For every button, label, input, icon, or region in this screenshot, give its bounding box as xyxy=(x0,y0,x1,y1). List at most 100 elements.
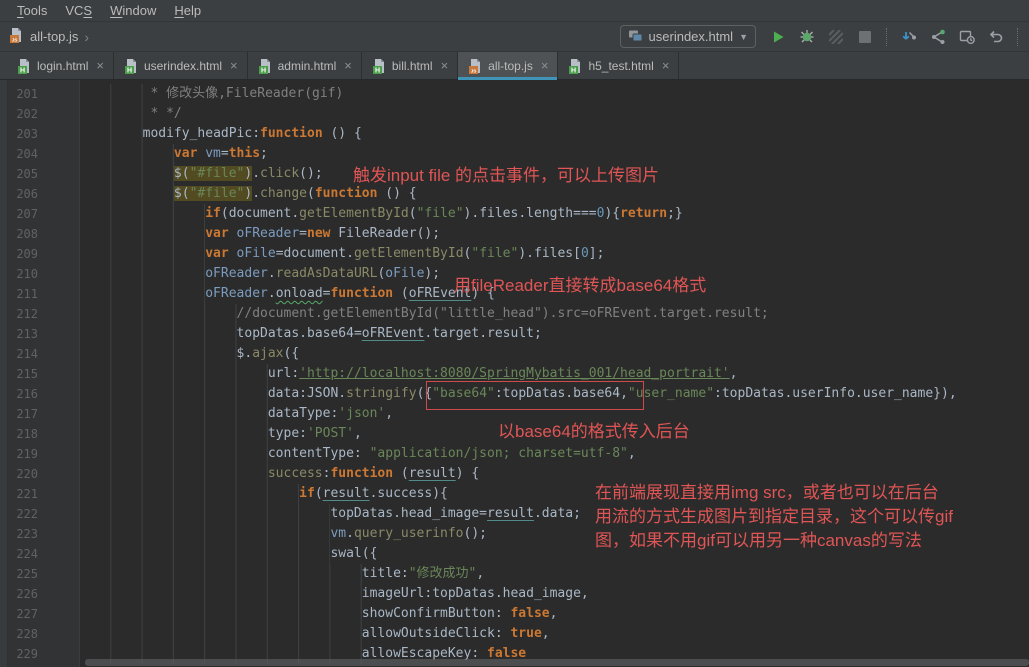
line-number[interactable]: 209 xyxy=(0,244,38,264)
tab-close-icon[interactable]: × xyxy=(441,59,449,72)
code-line[interactable]: 216 data:JSON.stringify({"base64":topDat… xyxy=(0,384,1029,404)
tab-h5_test.html[interactable]: H h5_test.html× xyxy=(558,52,679,79)
line-number[interactable]: 217 xyxy=(0,404,38,424)
line-number[interactable]: 218 xyxy=(0,424,38,444)
gutter-fold-area[interactable] xyxy=(38,324,80,344)
menu-window[interactable]: Window xyxy=(101,3,165,18)
code-line[interactable]: 218 type:'POST', xyxy=(0,424,1029,444)
undo-button[interactable] xyxy=(986,27,1006,47)
code-line[interactable]: 226 imageUrl:topDatas.head_image, xyxy=(0,584,1029,604)
code-line[interactable]: 219 contentType: "application/json; char… xyxy=(0,444,1029,464)
gutter-fold-area[interactable] xyxy=(38,344,80,364)
gutter-fold-area[interactable] xyxy=(38,624,80,644)
code-line[interactable]: 203 modify_headPic:function () { xyxy=(0,124,1029,144)
commit-button[interactable] xyxy=(928,27,948,47)
line-number[interactable]: 202 xyxy=(0,104,38,124)
code-line[interactable]: 224 swal({ xyxy=(0,544,1029,564)
gutter-fold-area[interactable] xyxy=(38,124,80,144)
tab-bill.html[interactable]: H bill.html× xyxy=(362,52,458,79)
line-number[interactable]: 206 xyxy=(0,184,38,204)
stop-button[interactable] xyxy=(855,27,875,47)
code-line[interactable]: 211 oFReader.onload=function (oFREvent) … xyxy=(0,284,1029,304)
line-number[interactable]: 210 xyxy=(0,264,38,284)
tab-admin.html[interactable]: H admin.html× xyxy=(248,52,362,79)
update-project-button[interactable] xyxy=(899,27,919,47)
code-line[interactable]: 220 success:function (result) { xyxy=(0,464,1029,484)
gutter-fold-area[interactable] xyxy=(38,244,80,264)
line-number[interactable]: 208 xyxy=(0,224,38,244)
tab-close-icon[interactable]: × xyxy=(230,59,238,72)
line-number[interactable]: 213 xyxy=(0,324,38,344)
gutter-fold-area[interactable] xyxy=(38,104,80,124)
gutter-fold-area[interactable] xyxy=(38,444,80,464)
gutter-fold-area[interactable] xyxy=(38,164,80,184)
gutter-fold-area[interactable] xyxy=(38,484,80,504)
line-number[interactable]: 228 xyxy=(0,624,38,644)
code-line[interactable]: 206 $("#file").change(function () { xyxy=(0,184,1029,204)
code-line[interactable]: 223 vm.query_userinfo(); xyxy=(0,524,1029,544)
gutter-fold-area[interactable] xyxy=(38,524,80,544)
code-line[interactable]: 217 dataType:'json', xyxy=(0,404,1029,424)
line-number[interactable]: 223 xyxy=(0,524,38,544)
gutter-fold-area[interactable] xyxy=(38,564,80,584)
code-line[interactable]: 227 showConfirmButton: false, xyxy=(0,604,1029,624)
run-with-coverage-button[interactable] xyxy=(826,27,846,47)
code-line[interactable]: 204 var vm=this; xyxy=(0,144,1029,164)
line-number[interactable]: 220 xyxy=(0,464,38,484)
line-number[interactable]: 205 xyxy=(0,164,38,184)
gutter-fold-area[interactable] xyxy=(38,284,80,304)
run-config-selector[interactable]: userindex.html ▼ xyxy=(620,25,756,48)
gutter-fold-area[interactable] xyxy=(38,644,80,664)
debug-button[interactable] xyxy=(797,27,817,47)
gutter-fold-area[interactable] xyxy=(38,204,80,224)
code-line[interactable]: 202 * */ xyxy=(0,104,1029,124)
code-line[interactable]: 205 $("#file").click(); xyxy=(0,164,1029,184)
code-line[interactable]: 201 * 修改头像,FileReader(gif) xyxy=(0,84,1029,104)
tab-userindex.html[interactable]: H userindex.html× xyxy=(114,52,248,79)
tab-close-icon[interactable]: × xyxy=(662,59,670,72)
gutter-fold-area[interactable] xyxy=(38,544,80,564)
line-number[interactable]: 219 xyxy=(0,444,38,464)
gutter-fold-area[interactable] xyxy=(38,584,80,604)
run-button[interactable] xyxy=(768,27,788,47)
line-number[interactable]: 216 xyxy=(0,384,38,404)
gutter-fold-area[interactable] xyxy=(38,84,80,104)
code-line[interactable]: 225 title:"修改成功", xyxy=(0,564,1029,584)
code-line[interactable]: 213 topDatas.base64=oFREvent.target.resu… xyxy=(0,324,1029,344)
gutter-fold-area[interactable] xyxy=(38,504,80,524)
gutter-fold-area[interactable] xyxy=(38,144,80,164)
gutter-fold-area[interactable] xyxy=(38,364,80,384)
code-editor[interactable]: 201 * 修改头像,FileReader(gif)202 * */203 mo… xyxy=(0,80,1029,667)
tab-close-icon[interactable]: × xyxy=(96,59,104,72)
recent-changes-button[interactable] xyxy=(957,27,977,47)
tab-close-icon[interactable]: × xyxy=(344,59,352,72)
line-number[interactable]: 211 xyxy=(0,284,38,304)
code-line[interactable]: 221 if(result.success){ xyxy=(0,484,1029,504)
code-line[interactable]: 214 $.ajax({ xyxy=(0,344,1029,364)
code-line[interactable]: 209 var oFile=document.getElementById("f… xyxy=(0,244,1029,264)
code-line[interactable]: 210 oFReader.readAsDataURL(oFile); xyxy=(0,264,1029,284)
line-number[interactable]: 229 xyxy=(0,644,38,664)
gutter-fold-area[interactable] xyxy=(38,404,80,424)
line-number[interactable]: 204 xyxy=(0,144,38,164)
line-number[interactable]: 222 xyxy=(0,504,38,524)
gutter-fold-area[interactable] xyxy=(38,424,80,444)
code-line[interactable]: 207 if(document.getElementById("file").f… xyxy=(0,204,1029,224)
breadcrumb-file[interactable]: all-top.js xyxy=(30,29,78,44)
line-number[interactable]: 201 xyxy=(0,84,38,104)
menu-tools[interactable]: Tools xyxy=(8,3,56,18)
code-line[interactable]: 215 url:'http://localhost:8080/SpringMyb… xyxy=(0,364,1029,384)
line-number[interactable]: 226 xyxy=(0,584,38,604)
line-number[interactable]: 215 xyxy=(0,364,38,384)
menu-help[interactable]: Help xyxy=(165,3,210,18)
line-number[interactable]: 221 xyxy=(0,484,38,504)
gutter-fold-area[interactable] xyxy=(38,384,80,404)
line-number[interactable]: 224 xyxy=(0,544,38,564)
gutter-fold-area[interactable] xyxy=(38,304,80,324)
line-number[interactable]: 227 xyxy=(0,604,38,624)
gutter-fold-area[interactable] xyxy=(38,184,80,204)
menu-vcs[interactable]: VCS xyxy=(56,3,101,18)
line-number[interactable]: 214 xyxy=(0,344,38,364)
breadcrumb[interactable]: JS all-top.js › xyxy=(8,27,89,46)
code-line[interactable]: 222 topDatas.head_image=result.data; xyxy=(0,504,1029,524)
